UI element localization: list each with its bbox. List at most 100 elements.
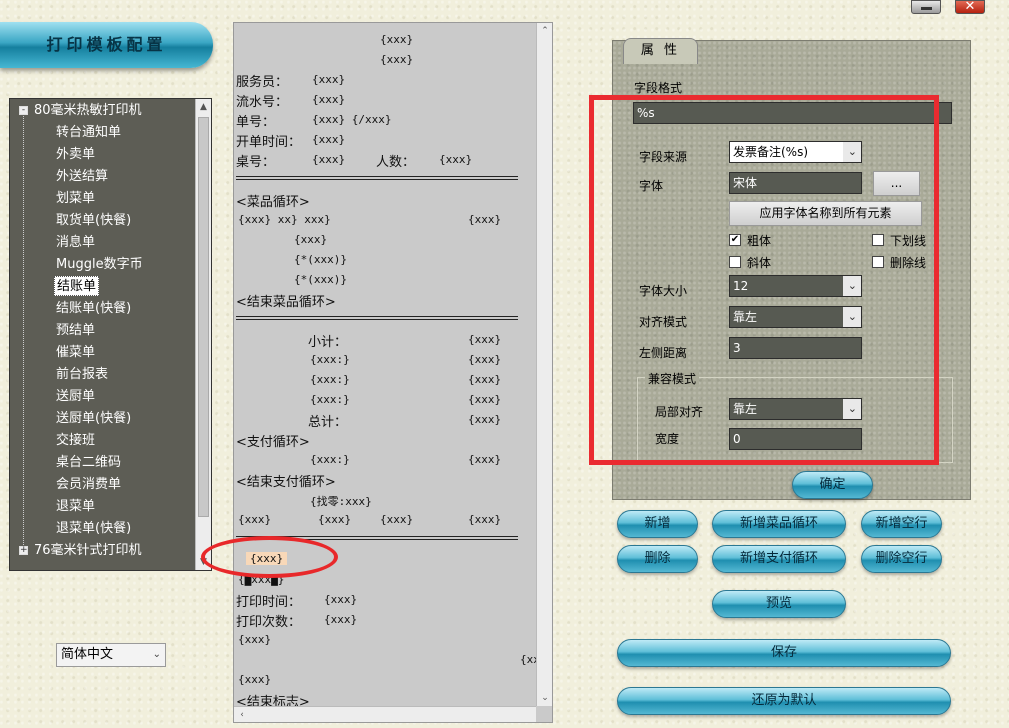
preview-value[interactable]: {xxx}	[468, 333, 501, 346]
preview-value[interactable]: {xxx}	[468, 413, 501, 426]
tree-item[interactable]: 退菜单	[54, 496, 97, 518]
minimize-button[interactable]	[911, 0, 941, 14]
delete-blank-line-button[interactable]: 删除空行	[861, 545, 942, 573]
tree-guide-line	[23, 113, 24, 553]
tree-item[interactable]: 送厨单(快餐)	[54, 408, 133, 430]
annotation-rectangle	[589, 95, 939, 465]
tree-item[interactable]: 划菜单	[54, 188, 97, 210]
preview-line[interactable]: {xxx:}	[310, 353, 350, 366]
tree-item-selected[interactable]: 结账单	[54, 276, 100, 296]
preview-line[interactable]: {xxx}	[294, 233, 327, 246]
preview-value[interactable]: {xxx}	[324, 613, 357, 626]
save-button[interactable]: 保存	[617, 639, 951, 667]
preview-line[interactable]: {xxx}	[380, 53, 413, 66]
scroll-up-icon[interactable]: ⌃	[537, 23, 552, 39]
tree-item[interactable]: 送厨单	[54, 386, 97, 408]
preview-line[interactable]: {xxx}	[238, 633, 271, 646]
tree-item[interactable]: 消息单	[54, 232, 97, 254]
preview-label[interactable]: 桌号：	[236, 151, 275, 170]
preview-value[interactable]: {xxx}	[312, 153, 345, 166]
add-blank-line-button[interactable]: 新增空行	[861, 510, 942, 538]
loop-tag[interactable]: <菜品循环>	[236, 191, 310, 210]
add-button[interactable]: 新增	[617, 510, 698, 538]
preview-label[interactable]: 总计：	[308, 411, 347, 430]
preview-line[interactable]: {xxx}	[380, 33, 413, 46]
language-select[interactable]: 简体中文 ⌄	[56, 643, 166, 667]
preview-vscroll[interactable]: ⌃ ⌄	[536, 23, 552, 706]
tree-group-label: 76毫米针式打印机	[34, 543, 142, 558]
preview-label[interactable]: 打印时间：	[236, 591, 301, 610]
tree-item[interactable]: 外卖单	[54, 144, 97, 166]
preview-value[interactable]: {xxx}	[312, 133, 345, 146]
chevron-down-icon: ⌄	[847, 279, 857, 292]
preview-label[interactable]: 开单时间：	[236, 131, 301, 150]
preview-line[interactable]: {xxx}	[238, 673, 271, 686]
tree-item[interactable]: 外送结算	[54, 166, 110, 188]
loop-tag[interactable]: <支付循环>	[236, 431, 310, 450]
tree-item[interactable]: 退菜单(快餐)	[54, 518, 133, 540]
preview-label[interactable]: 人数：	[376, 151, 415, 170]
preview-value[interactable]: {xxx} {/xxx}	[312, 113, 391, 126]
scroll-thumb[interactable]	[198, 117, 209, 517]
tree-group-80mm[interactable]: -80毫米热敏打印机	[19, 100, 142, 122]
loop-tag[interactable]: <结束支付循环>	[236, 471, 336, 490]
restore-default-button[interactable]: 还原为默认	[617, 687, 951, 715]
tree-item[interactable]: 交接班	[54, 430, 97, 452]
preview-label[interactable]: 流水号：	[236, 91, 288, 110]
receipt-preview[interactable]: {xxx} {xxx} 服务员： {xxx} 流水号： {xxx} 单号： {x…	[233, 22, 553, 723]
tab-properties[interactable]: 属 性	[623, 38, 698, 64]
preview-label[interactable]: 打印次数：	[236, 611, 301, 630]
chevron-down-icon: ⌄	[847, 145, 857, 158]
preview-line[interactable]: {xxx:}	[310, 393, 350, 406]
loop-tag[interactable]: <结束菜品循环>	[236, 291, 336, 310]
preview-value[interactable]: {xxx}	[380, 513, 413, 526]
preview-label[interactable]: 单号：	[236, 111, 275, 130]
preview-value[interactable]: {xxx}	[468, 513, 501, 526]
separator-rule	[236, 176, 518, 180]
scroll-up-icon[interactable]: ▲	[196, 99, 211, 115]
preview-line[interactable]: {找零:xxx}	[310, 493, 372, 509]
expand-icon[interactable]: +	[19, 546, 28, 555]
scroll-down-icon[interactable]: ⌄	[537, 690, 552, 706]
add-dish-loop-button[interactable]: 新增菜品循环	[712, 510, 846, 538]
preview-value[interactable]: {xxx}	[468, 373, 501, 386]
add-pay-loop-button[interactable]: 新增支付循环	[712, 545, 846, 573]
delete-button[interactable]: 删除	[617, 545, 698, 573]
scroll-left-icon[interactable]: ‹	[234, 707, 250, 722]
tree-item[interactable]: 取货单(快餐)	[54, 210, 133, 232]
preview-value[interactable]: {xxx}	[468, 353, 501, 366]
preview-label[interactable]: 服务员：	[236, 71, 288, 90]
preview-value[interactable]: {xxx}	[324, 593, 357, 606]
preview-line[interactable]: {*(xxx)}	[294, 253, 347, 266]
tree-item[interactable]: 催菜单	[54, 342, 97, 364]
preview-value[interactable]: {xxx}	[318, 513, 351, 526]
preview-value[interactable]: {xxx}	[312, 73, 345, 86]
preview-value[interactable]: {xxx}	[468, 393, 501, 406]
preview-value[interactable]: {xxx}	[468, 453, 501, 466]
preview-button[interactable]: 预览	[712, 590, 846, 618]
preview-value[interactable]: {xxx}	[468, 213, 501, 226]
preview-line[interactable]: {*(xxx)}	[294, 273, 347, 286]
close-button[interactable]: ✕	[955, 0, 985, 14]
collapse-icon[interactable]: -	[19, 106, 28, 115]
tree-item[interactable]: 桌台二维码	[54, 452, 123, 474]
preview-hscroll[interactable]: ‹	[234, 706, 536, 722]
preview-value[interactable]: {xxx}	[312, 93, 345, 106]
preview-value[interactable]: {xxx}	[238, 513, 271, 526]
tree-item[interactable]: 会员消费单	[54, 474, 123, 496]
preview-line[interactable]: {xxx:}	[310, 373, 350, 386]
tree-scrollbar[interactable]: ▲ ▼	[195, 99, 211, 570]
confirm-button[interactable]: 确定	[792, 471, 873, 499]
preview-label[interactable]: 小计：	[308, 331, 347, 350]
preview-line[interactable]: {xxx} xx} xxx}	[238, 213, 331, 226]
tree-item[interactable]: 预结单	[54, 320, 97, 342]
tree-item[interactable]: 转台通知单	[54, 122, 123, 144]
tree-item[interactable]: Muggle数字币	[54, 254, 145, 276]
tree-group-76mm[interactable]: +76毫米针式打印机	[19, 540, 142, 562]
tree-item[interactable]: 前台报表	[54, 364, 110, 386]
preview-line[interactable]: {xxx:}	[310, 453, 350, 466]
separator-rule	[236, 316, 518, 320]
tree-item[interactable]: 结账单(快餐)	[54, 298, 133, 320]
field-format-label: 字段格式	[634, 81, 683, 95]
preview-value[interactable]: {xxx}	[439, 153, 472, 166]
